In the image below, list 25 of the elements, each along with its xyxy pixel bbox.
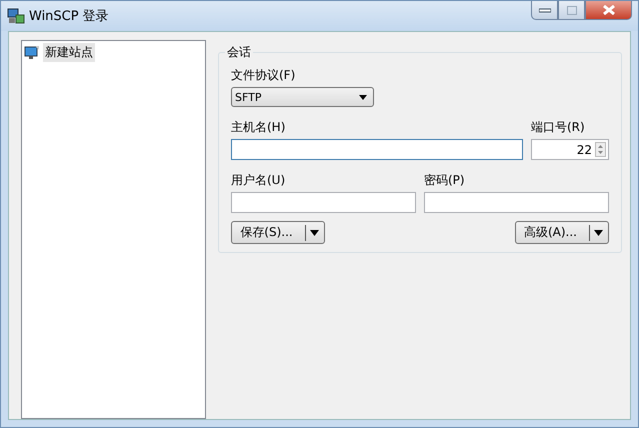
caret-icon [359,94,367,100]
minimize-icon [538,7,550,13]
field-label: 端口号(R) [531,119,586,136]
field-label: 用户名(U) [231,172,286,189]
password-field[interactable] [424,192,609,213]
split-button[interactable]: 保存(S)... [231,221,325,244]
port-field[interactable]: 22 [531,139,609,160]
field-label: 密码(P) [424,172,466,189]
group-title: 会话 [226,44,252,61]
caret-icon [310,230,319,236]
monitor-icon [24,45,40,60]
username-field[interactable] [231,192,416,213]
close-icon [602,5,614,15]
tree-item[interactable]: 新建站点 [43,43,95,62]
maximize-icon [566,6,576,14]
field-label: 主机名(H) [231,119,286,136]
close-button[interactable] [585,1,632,20]
split-button[interactable]: 高级(A)... [515,221,609,244]
caret-icon [594,230,603,236]
spinner-icon [595,142,606,157]
protocol-dropdown[interactable]: SFTP [231,87,374,107]
window-title: WinSCP 登录 [29,8,109,25]
minimize-button[interactable] [531,1,558,20]
field-label: 文件协议(F) [231,67,296,84]
host-field[interactable] [231,139,523,160]
